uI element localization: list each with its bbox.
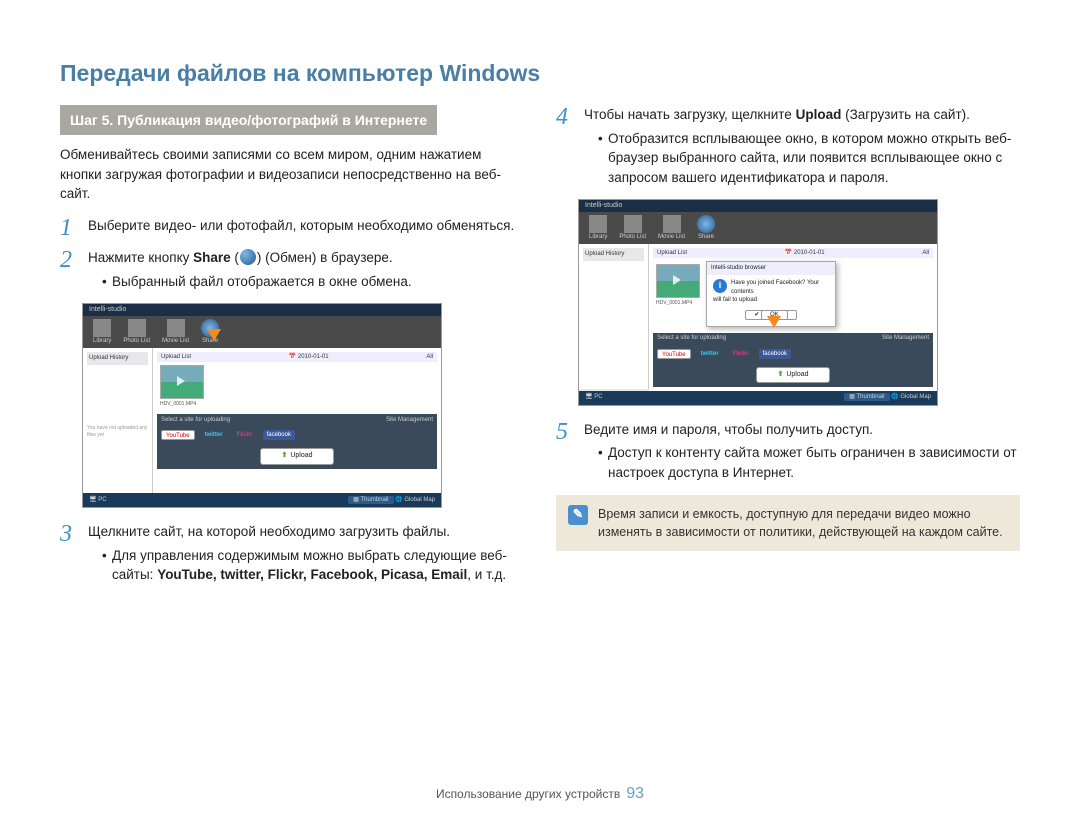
step-1: 1 Выберите видео- или фотофайл, которым … [60,216,524,240]
screenshot-upload-popup: Intelli-studio Library Photo List Movie … [578,199,938,406]
step-2: 2 Нажмите кнопку Share () (Обмен) в брау… [60,248,524,293]
note-icon: ✎ [568,505,588,525]
intro-text: Обменивайтесь своими записями со всем ми… [60,145,524,204]
page-number: 93 [626,785,644,802]
confirm-dialog: Intelli-studio browser i Have you joined… [706,261,836,326]
upload-button[interactable]: ⬆Upload [260,448,333,464]
page-footer: Использование других устройств93 [0,785,1080,803]
share-icon [240,249,256,265]
step-3: 3 Щелкните сайт, на которой необходимо з… [60,522,524,587]
upload-button[interactable]: ⬆Upload [756,367,829,383]
note-box: ✎ Время записи и емкость, доступную для … [556,495,1020,551]
pointer-arrow-icon [767,316,781,328]
page-title: Передачи файлов на компьютер Windows [60,60,1020,87]
screenshot-share: Intelli-studio Library Photo List Movie … [82,303,442,508]
step-banner: Шаг 5. Публикация видео/фотографий в Инт… [60,105,437,135]
info-icon: i [713,279,727,293]
step-5: 5 Ведите имя и пароля, чтобы получить до… [556,420,1020,485]
pointer-arrow-icon [207,329,221,341]
step-4: 4 Чтобы начать загрузку, щелкните Upload… [556,105,1020,189]
